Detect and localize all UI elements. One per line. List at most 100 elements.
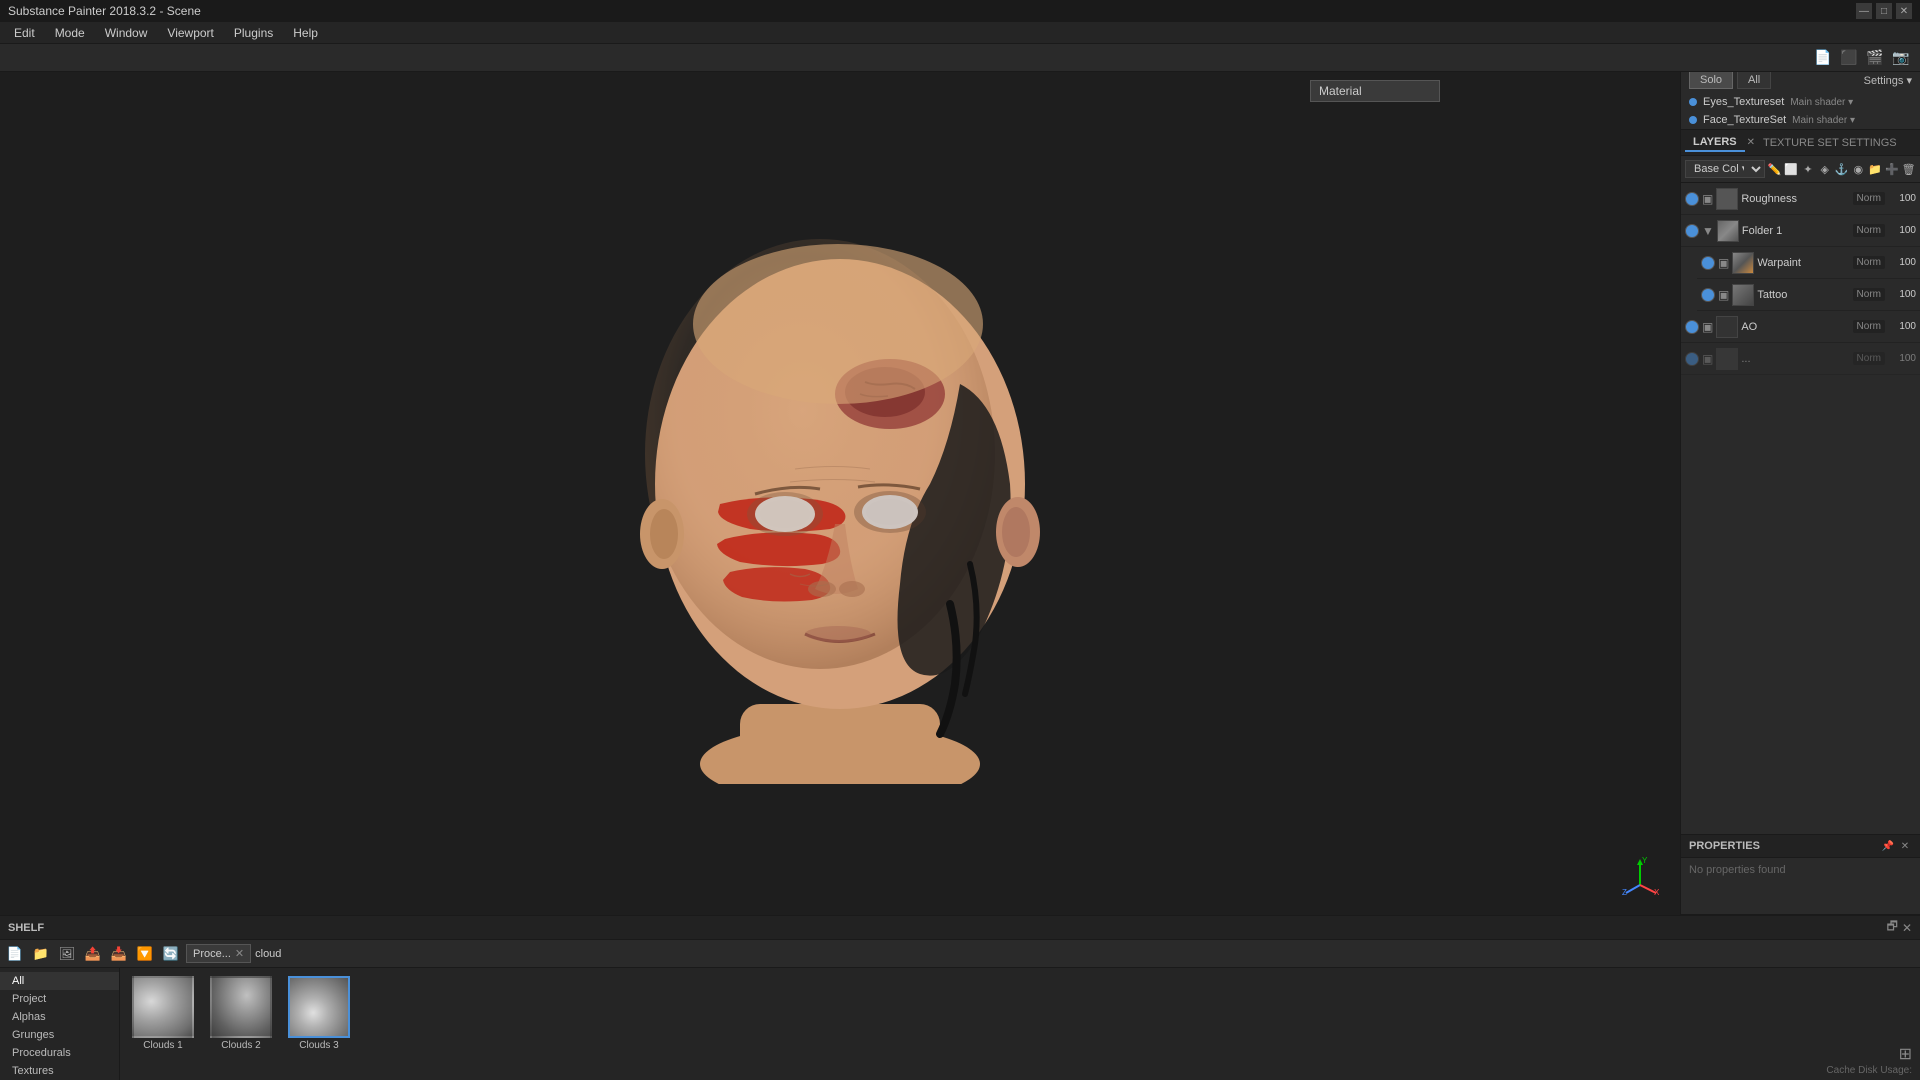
titlebar: Substance Painter 2018.3.2 - Scene — □ ✕	[0, 0, 1920, 22]
shelf-cat-procedurals[interactable]: Procedurals	[0, 1044, 119, 1062]
layer-warpaint[interactable]: ▣ Warpaint Norm 100	[1697, 247, 1920, 279]
svg-text:Y: Y	[1642, 856, 1648, 865]
search-tag-text: Proce...	[193, 948, 231, 960]
clouds1-thumb	[132, 976, 194, 1038]
anchor-icon[interactable]: ⚓	[1834, 159, 1849, 179]
shelf-content: Clouds 1 Clouds 2 Clouds 3	[120, 968, 1920, 1080]
extra-thumb	[1716, 348, 1738, 370]
layers-close-icon[interactable]: ✕	[1747, 137, 1755, 148]
shelf-file-icon[interactable]: 📄	[4, 943, 26, 965]
folder1-blend: Norm	[1853, 224, 1885, 237]
layers-tab[interactable]: LAYERS	[1685, 134, 1745, 152]
shelf-title: SHELF	[8, 922, 44, 934]
ao-visibility[interactable]	[1685, 320, 1699, 334]
warpaint-visibility[interactable]	[1701, 256, 1715, 270]
roughness-name: Roughness	[1741, 193, 1849, 205]
shelf-filter-icon[interactable]: 🔽	[134, 943, 156, 965]
shelf-cat-alphas[interactable]: Alphas	[0, 1008, 119, 1026]
properties-header: PROPERTIES 📌 ✕	[1681, 835, 1920, 858]
face-visibility-dot	[1689, 116, 1697, 124]
ao-folder-icon: ▣	[1702, 320, 1713, 334]
warpaint-name: Warpaint	[1757, 257, 1849, 269]
layer-tattoo[interactable]: ▣ Tattoo Norm 100	[1697, 279, 1920, 311]
layer-extra[interactable]: ▣ ... Norm 100	[1681, 343, 1920, 375]
blend-mode-select[interactable]: Base Col ▾	[1685, 160, 1765, 178]
delete-layer-icon[interactable]: 🗑	[1901, 159, 1916, 179]
photo-icon[interactable]: 📷	[1890, 47, 1912, 69]
properties-no-props: No properties found	[1689, 864, 1786, 876]
clouds1-label: Clouds 1	[143, 1040, 182, 1051]
roughness-visibility[interactable]	[1685, 192, 1699, 206]
shelf-grid-view-button[interactable]: ⊞	[1899, 1044, 1912, 1064]
eyes-visibility-dot	[1689, 98, 1697, 106]
menu-edit[interactable]: Edit	[4, 24, 45, 42]
menu-help[interactable]: Help	[283, 24, 328, 42]
roughness-blend: Norm	[1853, 192, 1885, 205]
menu-mode[interactable]: Mode	[45, 24, 95, 42]
tattoo-opacity: 100	[1888, 289, 1916, 300]
menu-plugins[interactable]: Plugins	[224, 24, 283, 42]
minimize-button[interactable]: —	[1856, 3, 1872, 19]
texture-set-eyes[interactable]: Eyes_Textureset Main shader ▾	[1681, 93, 1920, 111]
layer-roughness[interactable]: ▣ Roughness Norm 100	[1681, 183, 1920, 215]
search-tag-close-icon[interactable]: ✕	[235, 947, 244, 960]
shelf-search-input[interactable]	[255, 948, 335, 960]
tsl-solo-tab[interactable]: Solo	[1689, 71, 1733, 89]
layer-ao[interactable]: ▣ AO Norm 100	[1681, 311, 1920, 343]
layers-header: LAYERS ✕ TEXTURE SET SETTINGS	[1681, 130, 1920, 156]
layers-icon[interactable]: ⬛	[1838, 47, 1860, 69]
tss-tab[interactable]: TEXTURE SET SETTINGS	[1755, 135, 1905, 151]
shelf-cat-project[interactable]: Project	[0, 990, 119, 1008]
roughness-thumb	[1716, 188, 1738, 210]
shelf-cat-all[interactable]: All	[0, 972, 119, 990]
warpaint-thumb	[1732, 252, 1754, 274]
shelf-folder-icon[interactable]: 📁	[30, 943, 52, 965]
tattoo-folder-icon: ▣	[1718, 288, 1729, 302]
document-icon[interactable]: 📄	[1812, 47, 1834, 69]
solo-layer-icon[interactable]: ◉	[1851, 159, 1866, 179]
shelf-close-button[interactable]: ✕	[1902, 917, 1912, 938]
mask-add-icon[interactable]: ⬜	[1784, 159, 1799, 179]
model-canvas	[0, 72, 1680, 915]
pencil-icon[interactable]: ✏️	[1767, 159, 1782, 179]
effect-icon[interactable]: ✦	[1801, 159, 1816, 179]
menu-window[interactable]: Window	[95, 24, 158, 42]
props-close-button[interactable]: ✕	[1898, 839, 1912, 853]
shelf-refresh-icon[interactable]: 🔄	[160, 943, 182, 965]
texture-set-face[interactable]: Face_TextureSet Main shader ▾	[1681, 111, 1920, 129]
shelf-image-icon[interactable]: 🖼	[56, 943, 78, 965]
props-pin-button[interactable]: 📌	[1881, 839, 1895, 853]
layer-folder1[interactable]: ▼ Folder 1 Norm 100	[1681, 215, 1920, 247]
maximize-button[interactable]: □	[1876, 3, 1892, 19]
add-fill-icon[interactable]: ➕	[1884, 159, 1899, 179]
eyes-ts-shader[interactable]: Main shader ▾	[1790, 97, 1853, 108]
shelf-item-clouds1[interactable]: Clouds 1	[128, 976, 198, 1051]
folder1-visibility[interactable]	[1685, 224, 1699, 238]
shelf-item-clouds2[interactable]: Clouds 2	[206, 976, 276, 1051]
tsl-settings-button[interactable]: Settings ▾	[1864, 74, 1912, 87]
shelf-cat-textures[interactable]: Textures	[0, 1062, 119, 1080]
add-folder-icon[interactable]: 📁	[1868, 159, 1883, 179]
folder1-folder-icon: ▼	[1702, 224, 1714, 238]
viewport[interactable]: Material	[0, 72, 1680, 915]
shelf-receive-icon[interactable]: 📥	[108, 943, 130, 965]
shelf-cat-grunges[interactable]: Grunges	[0, 1026, 119, 1044]
tattoo-name: Tattoo	[1757, 289, 1849, 301]
properties-header-buttons: 📌 ✕	[1881, 839, 1912, 853]
shelf-minimize-button[interactable]: 🗗	[1887, 917, 1898, 938]
video-icon[interactable]: 🎬	[1864, 47, 1886, 69]
folder1-name: Folder 1	[1742, 225, 1850, 237]
face-ts-shader[interactable]: Main shader ▾	[1792, 115, 1855, 126]
shelf-sidebar: All Project Alphas Grunges Procedurals T…	[0, 968, 120, 1080]
face-ts-name: Face_TextureSet	[1703, 114, 1786, 126]
menu-viewport[interactable]: Viewport	[157, 24, 223, 42]
extra-visibility[interactable]	[1685, 352, 1699, 366]
shelf-item-clouds3[interactable]: Clouds 3	[284, 976, 354, 1051]
tsl-all-tab[interactable]: All	[1737, 71, 1771, 89]
shelf-send-icon[interactable]: 📤	[82, 943, 104, 965]
shelf-header-right: 🗗 ✕	[1887, 917, 1912, 938]
tattoo-visibility[interactable]	[1701, 288, 1715, 302]
warpaint-blend: Norm	[1853, 256, 1885, 269]
paint-through-icon[interactable]: ◈	[1817, 159, 1832, 179]
close-button[interactable]: ✕	[1896, 3, 1912, 19]
